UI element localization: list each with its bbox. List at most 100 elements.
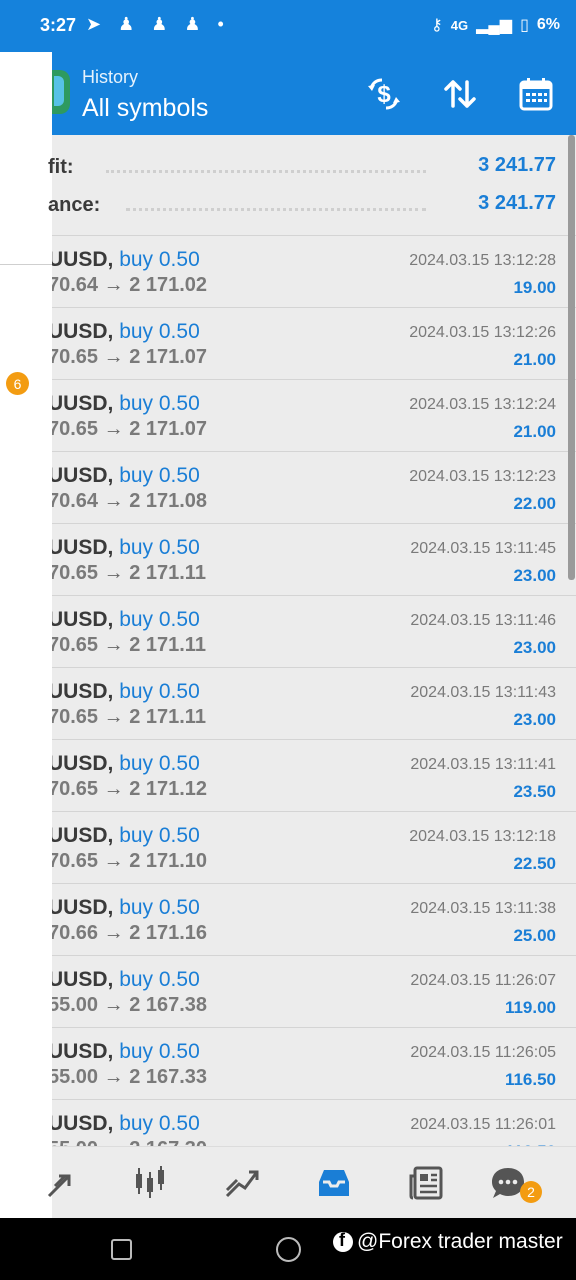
deal-symbol-text: UUSD,	[52, 464, 114, 487]
deal-row[interactable]: UUSD, buy 0.50 70.65 → 2 171.07 2024.03.…	[52, 308, 576, 380]
arrow-right-icon: →	[103, 490, 124, 512]
deal-profit: 25.00	[513, 926, 556, 945]
arrow-right-icon: →	[103, 634, 124, 656]
recents-button[interactable]	[111, 1239, 132, 1260]
deal-symbol-text: UUSD,	[52, 824, 114, 847]
deposit-withdraw-button[interactable]: $	[364, 74, 404, 114]
history-summary: fit: 3 241.77 ance: 3 241.77	[48, 135, 576, 236]
deal-prices: 70.65 → 2 171.11	[52, 706, 206, 729]
deal-symbol-text: UUSD,	[52, 968, 114, 991]
deal-time: 2024.03.15 13:12:18	[409, 828, 556, 845]
deal-row[interactable]: UUSD, buy 0.50 70.65 → 2 171.10 2024.03.…	[52, 812, 576, 884]
deal-row[interactable]: UUSD, buy 0.50 70.64 → 2 171.08 2024.03.…	[52, 452, 576, 524]
arrow-right-icon: →	[103, 1066, 124, 1088]
navigation-drawer[interactable]: 6	[0, 52, 52, 1218]
deal-prices: 70.65 → 2 171.12	[52, 778, 207, 801]
tab-trade[interactable]	[220, 1161, 264, 1205]
deal-prices: 55.00 → 2 167.33	[52, 1066, 207, 1089]
deal-close-price: 2 171.07	[129, 346, 208, 368]
profit-row: fit: 3 241.77	[48, 152, 556, 182]
tab-history[interactable]	[312, 1161, 356, 1205]
key-icon: ⚷	[431, 17, 443, 34]
deal-prices: 70.66 → 2 171.16	[52, 922, 207, 945]
deal-row[interactable]: UUSD, buy 0.50 70.64 → 2 171.02 2024.03.…	[52, 236, 576, 308]
deal-close-price: 2 171.07	[129, 418, 208, 440]
deal-action: buy 0.50	[119, 536, 200, 559]
arrow-right-icon: →	[103, 418, 124, 440]
deal-row[interactable]: UUSD, buy 0.50 70.65 → 2 171.11 2024.03.…	[52, 596, 576, 668]
deal-close-price: 2 171.11	[129, 706, 206, 728]
deal-open-price: 70.65	[52, 706, 99, 728]
toolbar-title[interactable]: All symbols	[82, 94, 208, 123]
app-toolbar: History All symbols $	[52, 52, 576, 135]
deal-time: 2024.03.15 13:11:45	[410, 540, 556, 557]
calendar-button[interactable]	[516, 74, 556, 114]
deal-open-price: 55.00	[52, 994, 99, 1016]
deal-symbol: UUSD, buy 0.50	[52, 896, 200, 920]
deal-action: buy 0.50	[119, 752, 200, 775]
deal-symbol: UUSD, buy 0.50	[52, 752, 200, 776]
arrow-right-icon: →	[104, 1138, 124, 1146]
deal-symbol-text: UUSD,	[52, 680, 114, 703]
deal-symbol: UUSD, buy 0.50	[52, 608, 200, 632]
inbox-tray-icon	[319, 1170, 349, 1196]
deal-open-price: 55.00	[52, 1066, 99, 1088]
balance-value: 3 241.77	[478, 192, 556, 214]
app-logo-icon[interactable]	[52, 70, 70, 114]
deal-profit: 22.00	[513, 494, 556, 513]
tab-chart[interactable]	[128, 1161, 172, 1205]
deal-profit: 19.00	[513, 278, 556, 297]
deal-row[interactable]: UUSD, buy 0.50 55.00 → 2 167.30 2024.03.…	[52, 1100, 576, 1146]
deal-symbol-text: UUSD,	[52, 536, 114, 559]
tab-quotes[interactable]	[40, 1161, 84, 1205]
deal-symbol: UUSD, buy 0.50	[52, 464, 200, 488]
currency-exchange-icon: $	[368, 78, 400, 110]
deal-action: buy 0.50	[119, 896, 200, 919]
drawer-divider	[0, 264, 52, 265]
deal-close-price: 2 171.10	[129, 850, 208, 872]
deal-open-price: 70.65	[52, 562, 99, 584]
drawer-notification-badge: 6	[6, 372, 29, 395]
signal-icon: ▂▄▆	[476, 17, 513, 34]
deal-close-price: 2 171.16	[129, 922, 208, 944]
bottom-tab-bar: 2	[47, 1146, 576, 1218]
home-button[interactable]	[276, 1237, 301, 1262]
deal-row[interactable]: UUSD, buy 0.50 55.00 → 2 167.33 2024.03.…	[52, 1028, 576, 1100]
deal-action: buy 0.50	[119, 824, 200, 847]
deal-symbol: UUSD, buy 0.50	[52, 680, 200, 704]
deal-row[interactable]: UUSD, buy 0.50 70.65 → 2 171.07 2024.03.…	[52, 380, 576, 452]
arrow-right-icon: →	[103, 850, 124, 872]
watermark: @Forex trader master	[333, 1230, 563, 1254]
deal-symbol: UUSD, buy 0.50	[52, 824, 200, 848]
arrow-right-icon: →	[103, 778, 124, 800]
deal-open-price: 70.66	[52, 922, 99, 944]
quotes-arrows-icon	[47, 1174, 71, 1198]
deal-row[interactable]: UUSD, buy 0.50 70.65 → 2 171.11 2024.03.…	[52, 524, 576, 596]
deals-list[interactable]: UUSD, buy 0.50 70.64 → 2 171.02 2024.03.…	[52, 236, 576, 1146]
arrow-right-icon: →	[103, 562, 124, 584]
deal-time: 2024.03.15 13:11:46	[410, 612, 556, 629]
deal-row[interactable]: UUSD, buy 0.50 70.65 → 2 171.11 2024.03.…	[52, 668, 576, 740]
deal-row[interactable]: UUSD, buy 0.50 70.65 → 2 171.12 2024.03.…	[52, 740, 576, 812]
deal-profit: 21.00	[513, 350, 556, 369]
deal-row[interactable]: UUSD, buy 0.50 70.66 → 2 171.16 2024.03.…	[52, 884, 576, 956]
candlestick-icon	[136, 1166, 164, 1198]
deal-row[interactable]: UUSD, buy 0.50 55.00 → 2 167.38 2024.03.…	[52, 956, 576, 1028]
scrollbar[interactable]	[568, 135, 575, 580]
network-type: 4G	[450, 17, 469, 33]
deal-close-price: 2 167.33	[129, 1066, 208, 1088]
battery-icon: ▯	[520, 17, 529, 34]
deal-action: buy 0.50	[119, 392, 200, 415]
status-bar: 3:27 ➤ ♟ ♟ ♟ • ⚷ 4G ▂▄▆ ▯ 6%	[0, 0, 576, 52]
deal-symbol-text: UUSD,	[52, 320, 114, 343]
deal-symbol-text: UUSD,	[52, 1112, 114, 1135]
deal-profit: 116.50	[504, 1070, 556, 1089]
tab-news[interactable]	[404, 1161, 448, 1205]
deal-symbol-text: UUSD,	[52, 248, 114, 271]
deal-symbol: UUSD, buy 0.50	[52, 320, 200, 344]
sort-arrows-icon	[444, 80, 476, 108]
sort-button[interactable]	[440, 74, 480, 114]
deal-time: 2024.03.15 13:11:38	[410, 900, 556, 917]
deal-time: 2024.03.15 13:12:28	[409, 252, 556, 269]
deal-time: 2024.03.15 13:12:26	[409, 324, 556, 341]
